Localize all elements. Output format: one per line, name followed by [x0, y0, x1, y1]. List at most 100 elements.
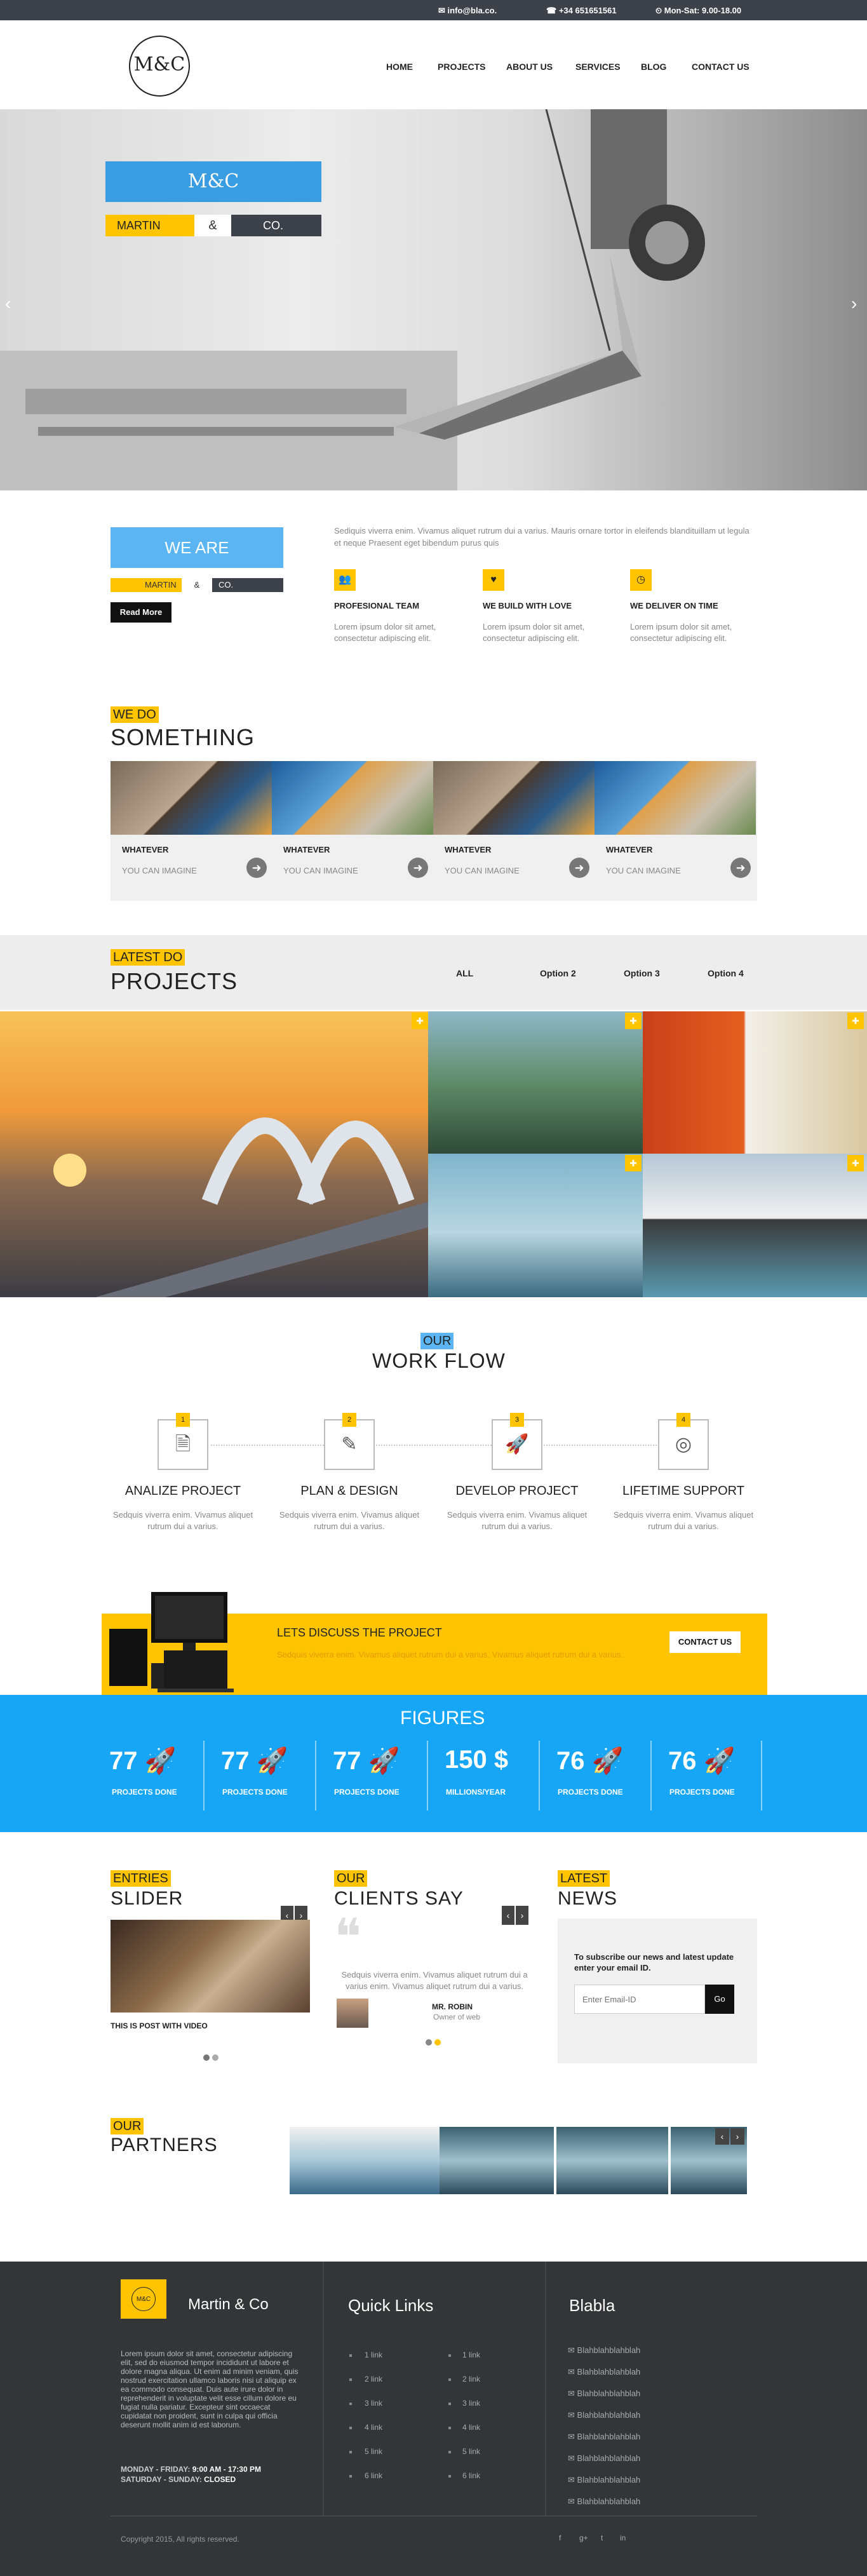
arrow-right-icon[interactable]: ➜ [408, 858, 428, 878]
filter-option-2[interactable]: Option 2 [540, 968, 576, 978]
project-image-modern-house[interactable] [643, 1154, 867, 1297]
nav-home[interactable]: HOME [386, 62, 413, 72]
blabla-item[interactable]: ✉ Blahblahblahblah [568, 2453, 640, 2464]
partner-logo[interactable] [290, 2127, 440, 2194]
linkedin-icon[interactable]: in [620, 2533, 626, 2542]
plus-icon[interactable]: ✚ [847, 1155, 864, 1171]
divider [203, 1741, 205, 1811]
plus-icon[interactable]: ✚ [847, 1013, 864, 1029]
card-image [595, 761, 756, 835]
slider-dot[interactable] [212, 2054, 218, 2061]
blabla-item[interactable]: ✉ Blahblahblahblah [568, 2389, 640, 2399]
testimonial-next-button[interactable]: › [516, 1906, 528, 1925]
copyright: Copyright 2015, All rights reserved. [121, 2535, 239, 2544]
filter-option-3[interactable]: Option 3 [624, 968, 660, 978]
step-text: Sedquis viverra enim. Vivamus aliquet ru… [279, 1510, 420, 1531]
bullet [349, 2475, 352, 2478]
blabla-item[interactable]: ✉ Blahblahblahblah [568, 2475, 640, 2485]
nav-projects[interactable]: PROJECTS [438, 62, 485, 72]
clients-title: CLIENTS SAY [334, 1888, 464, 1909]
quick-links-title: Quick Links [348, 2296, 434, 2315]
project-image-suspension-bridge[interactable] [428, 1154, 643, 1297]
hero-prev-arrow[interactable]: ‹ [5, 293, 11, 314]
facebook-icon[interactable]: f [559, 2533, 561, 2542]
blabla-text: Blahblahblahblah [577, 2453, 641, 2463]
service-card[interactable]: WHATEVER YOU CAN IMAGINE ➜ [433, 761, 595, 901]
project-image-bridge[interactable] [0, 1011, 428, 1297]
blabla-item[interactable]: ✉ Blahblahblahblah [568, 2497, 640, 2507]
bullet [448, 2451, 451, 2453]
quick-link[interactable]: 5 link [462, 2447, 480, 2456]
quick-link[interactable]: 3 link [365, 2399, 382, 2408]
envelope-icon: ✉ [568, 2475, 575, 2485]
blabla-text: Blahblahblahblah [577, 2389, 641, 2398]
blabla-item[interactable]: ✉ Blahblahblahblah [568, 2345, 640, 2356]
arrow-right-icon[interactable]: ➜ [246, 858, 267, 878]
partners-prev-button[interactable]: ‹ [715, 2128, 729, 2145]
figure-value: 77 🚀 [109, 1746, 176, 1776]
quick-link[interactable]: 4 link [365, 2423, 382, 2432]
plus-icon[interactable]: ✚ [625, 1013, 642, 1029]
figure-number: 77 [333, 1747, 361, 1775]
filter-option-4[interactable]: Option 4 [708, 968, 744, 978]
arrow-right-icon[interactable]: ➜ [730, 858, 751, 878]
plus-icon[interactable]: ✚ [412, 1013, 428, 1029]
step-number: 3 [510, 1413, 524, 1427]
filter-all[interactable]: ALL [456, 968, 473, 978]
partner-logo[interactable] [556, 2127, 668, 2194]
quick-link[interactable]: 5 link [365, 2447, 382, 2456]
quick-link[interactable]: 4 link [462, 2423, 480, 2432]
email-input[interactable] [574, 1985, 705, 2014]
figure-number: 76 [668, 1747, 697, 1775]
footer-logo[interactable]: M&C [121, 2279, 166, 2319]
quick-link[interactable]: 1 link [365, 2350, 382, 2359]
rocket-icon: 🚀 [256, 1747, 288, 1775]
nav-blog[interactable]: BLOG [641, 62, 666, 72]
blabla-item[interactable]: ✉ Blahblahblahblah [568, 2367, 640, 2377]
google-plus-icon[interactable]: g+ [579, 2533, 588, 2542]
we-do-title: SOMETHING [111, 724, 255, 750]
we-are-amp: & [194, 580, 200, 590]
blabla-item[interactable]: ✉ Blahblahblahblah [568, 2410, 640, 2420]
entry-image[interactable] [111, 1920, 310, 2013]
quick-link[interactable]: 3 link [462, 2399, 480, 2408]
card-title: WHATEVER [445, 845, 492, 854]
twitter-icon[interactable]: t [601, 2533, 603, 2542]
project-image-interior[interactable] [643, 1011, 867, 1154]
quick-link[interactable]: 2 link [365, 2375, 382, 2384]
hours-text: Mon-Sat: 9.00-18.00 [664, 6, 742, 15]
partners-next-button[interactable]: › [730, 2128, 744, 2145]
rocket-icon: 🚀 [492, 1419, 542, 1470]
quick-link[interactable]: 6 link [462, 2471, 480, 2480]
read-more-button[interactable]: Read More [111, 602, 171, 623]
card-subtitle: YOU CAN IMAGINE [445, 866, 520, 875]
service-card[interactable]: WHATEVER YOU CAN IMAGINE ➜ [272, 761, 433, 901]
logo[interactable]: M&C [129, 36, 190, 97]
service-card[interactable]: WHATEVER YOU CAN IMAGINE ➜ [595, 761, 756, 901]
hours-weekdays-label: MONDAY - FRIDAY: [121, 2465, 191, 2474]
testimonial-prev-button[interactable]: ‹ [502, 1906, 514, 1925]
testimonial-dot[interactable] [434, 2039, 441, 2046]
nav-services[interactable]: SERVICES [575, 62, 621, 72]
subscribe-text: To subscribe our news and latest update … [574, 1952, 734, 1972]
hero-next-arrow[interactable]: › [851, 293, 857, 314]
project-image-interchange[interactable] [428, 1011, 643, 1154]
testimonial-dot[interactable] [426, 2039, 432, 2046]
email-info[interactable]: ✉ info@bla.co. [438, 6, 497, 16]
nav-about[interactable]: ABOUT US [506, 62, 553, 72]
arrow-right-icon[interactable]: ➜ [569, 858, 589, 878]
quick-link[interactable]: 1 link [462, 2350, 480, 2359]
subscribe-go-button[interactable]: Go [705, 1985, 734, 2014]
partner-logo[interactable] [440, 2127, 554, 2194]
contact-us-button[interactable]: CONTACT US [669, 1631, 741, 1653]
nav-contact[interactable]: CONTACT US [692, 62, 749, 72]
divider [761, 1741, 762, 1811]
email-text[interactable]: info@bla.co. [448, 6, 497, 15]
quick-link[interactable]: 6 link [365, 2471, 382, 2480]
blabla-item[interactable]: ✉ Blahblahblahblah [568, 2432, 640, 2442]
slider-dot[interactable] [203, 2054, 210, 2061]
plus-icon[interactable]: ✚ [625, 1155, 642, 1171]
service-card[interactable]: WHATEVER YOU CAN IMAGINE ➜ [111, 761, 272, 901]
quick-link[interactable]: 2 link [462, 2375, 480, 2384]
bullet [349, 2378, 352, 2381]
